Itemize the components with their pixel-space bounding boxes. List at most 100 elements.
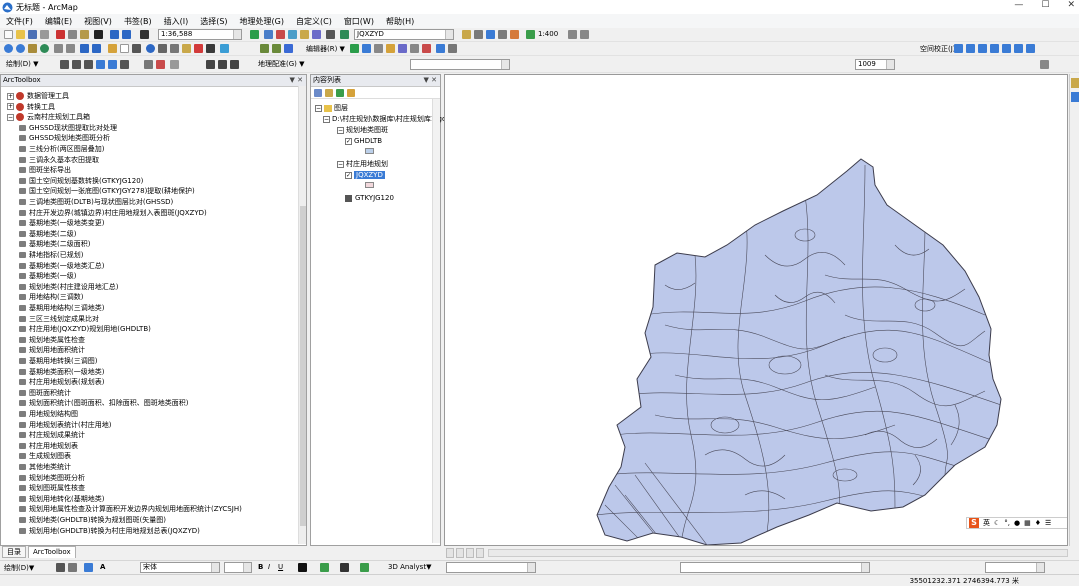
tool-item[interactable]: 村庄用地规划表(规划表) bbox=[19, 377, 104, 387]
split-icon[interactable] bbox=[410, 44, 419, 53]
new-icon[interactable] bbox=[4, 30, 13, 39]
toc-window-icon[interactable] bbox=[264, 30, 273, 39]
zoom-in-icon[interactable] bbox=[4, 44, 13, 53]
italic-button[interactable]: I bbox=[268, 563, 270, 571]
layout-tool-icon[interactable] bbox=[260, 44, 269, 53]
text-tool-icon[interactable]: A bbox=[100, 563, 105, 571]
redo-icon[interactable] bbox=[122, 30, 131, 39]
draw-menu[interactable]: 绘制(D) ▼ bbox=[6, 59, 38, 69]
fixed-zoom-out-icon[interactable] bbox=[66, 44, 75, 53]
trace-icon[interactable] bbox=[374, 44, 383, 53]
expand-toggle-icon[interactable]: − bbox=[7, 113, 14, 121]
select-element-icon[interactable] bbox=[56, 563, 65, 572]
adjust-7-icon[interactable] bbox=[1026, 44, 1035, 53]
group-icon[interactable] bbox=[206, 60, 215, 69]
tool-item[interactable]: 规划地类(GHDLTB)转换为规划图斑(矢量图) bbox=[19, 515, 166, 525]
straight-segment-icon[interactable] bbox=[362, 44, 371, 53]
reshape-icon[interactable] bbox=[486, 30, 495, 39]
full-extent-icon[interactable] bbox=[40, 44, 49, 53]
paste-icon[interactable] bbox=[80, 30, 89, 39]
tool-item[interactable]: 规划用地属性检查及计算面积开发边界内规划用地面积统计(ZYCSJH) bbox=[19, 504, 242, 514]
adjust-5-icon[interactable] bbox=[1002, 44, 1011, 53]
undo-icon[interactable] bbox=[110, 30, 119, 39]
toc-layer-jqxzyd[interactable]: ✓ JQXZYD bbox=[345, 170, 385, 180]
catalog-icon[interactable] bbox=[300, 30, 309, 39]
scale-combo[interactable]: 1:36,588 bbox=[158, 29, 242, 40]
3d-layer-combo[interactable] bbox=[446, 562, 536, 573]
tool-item[interactable]: 三调永久基本农田提取 bbox=[19, 155, 99, 165]
toc-pin-icon[interactable]: ▼ ✕ bbox=[424, 75, 437, 86]
add-data-icon[interactable] bbox=[140, 30, 149, 39]
toc-layer-ghdltb[interactable]: ✓ GHDLTB bbox=[345, 136, 382, 146]
time-slider-icon[interactable] bbox=[206, 44, 215, 53]
close-button[interactable]: ✕ bbox=[1067, 0, 1075, 10]
tool-item[interactable]: 规划地类图斑分析 bbox=[19, 473, 85, 483]
forward-extent-icon[interactable] bbox=[92, 44, 101, 53]
tool-item[interactable]: 基期地类(一级) bbox=[19, 271, 76, 281]
back-extent-icon[interactable] bbox=[80, 44, 89, 53]
fixed-zoom-in-icon[interactable] bbox=[54, 44, 63, 53]
create-viewer-icon[interactable] bbox=[220, 44, 229, 53]
draw-text-icon[interactable] bbox=[108, 60, 117, 69]
tool-item[interactable]: 用地结构(三调数) bbox=[19, 292, 83, 302]
sketch-tool-icon[interactable] bbox=[448, 44, 457, 53]
editor-toolbar-icon[interactable] bbox=[250, 30, 259, 39]
measure-tool-icon[interactable] bbox=[170, 44, 179, 53]
tool-combo[interactable]: 1009 bbox=[855, 59, 895, 70]
tool-item[interactable]: 村庄开发边界(城镇边界)村庄用地规划入表图斑(JQXZYD) bbox=[19, 208, 207, 218]
tool-item[interactable]: 基期地类(二级) bbox=[19, 229, 76, 239]
draw-shadow-icon[interactable] bbox=[170, 60, 179, 69]
copy-icon[interactable] bbox=[68, 30, 77, 39]
python-icon[interactable] bbox=[288, 30, 297, 39]
tool-item[interactable]: 图斑坐标导出 bbox=[19, 165, 71, 175]
marker-color-icon[interactable] bbox=[360, 563, 369, 572]
tool-item[interactable]: GHSSD现状图提取比对处理 bbox=[19, 123, 117, 133]
measure-icon[interactable] bbox=[580, 30, 589, 39]
tool-item[interactable]: 生成规划图表 bbox=[19, 451, 71, 461]
toc-layer-gtkyjg[interactable]: GTKYJG120 bbox=[345, 193, 394, 203]
list-by-visibility-icon[interactable] bbox=[336, 89, 344, 97]
font-color-icon[interactable] bbox=[298, 563, 307, 572]
target-layer-combo[interactable]: JQXZYD bbox=[354, 29, 454, 40]
expand-toggle-icon[interactable]: + bbox=[7, 92, 14, 100]
zoom-out-icon[interactable] bbox=[16, 44, 25, 53]
draw-select-icon[interactable] bbox=[60, 60, 69, 69]
delete-icon[interactable] bbox=[94, 30, 103, 39]
rotate-icon[interactable] bbox=[568, 30, 577, 39]
sketch-icon[interactable] bbox=[474, 30, 483, 39]
identify-icon[interactable] bbox=[146, 44, 155, 53]
tab-arctoolbox[interactable]: ArcToolbox bbox=[28, 546, 76, 558]
menu-geoprocessing[interactable]: 地理处理(G) bbox=[234, 16, 290, 27]
ime-toolbar[interactable]: S 英 ☾ °, ● ▦ ♦ ☰ bbox=[966, 517, 1067, 529]
edit-tool-icon[interactable] bbox=[462, 30, 471, 39]
layer-combo-bottom[interactable] bbox=[680, 562, 870, 573]
layout-tool-3-icon[interactable] bbox=[284, 44, 293, 53]
draw-rotate-icon[interactable] bbox=[72, 60, 81, 69]
tool-item[interactable]: 用地规划结构图 bbox=[19, 409, 78, 419]
list-by-source-icon[interactable] bbox=[325, 89, 333, 97]
menu-selection[interactable]: 选择(S) bbox=[194, 16, 233, 27]
ime-keyboard-icon[interactable]: ▦ bbox=[1024, 519, 1031, 527]
sketch-props-icon[interactable] bbox=[526, 30, 535, 39]
fill-color-icon[interactable] bbox=[320, 563, 329, 572]
adjust-6-icon[interactable] bbox=[1014, 44, 1023, 53]
layout-tool-2-icon[interactable] bbox=[272, 44, 281, 53]
toc-group-ghdltb[interactable]: − 规划地类图斑 bbox=[337, 125, 388, 135]
toolbox-node[interactable]: + 转换工具 bbox=[7, 102, 55, 112]
table-icon[interactable] bbox=[436, 44, 445, 53]
adjust-2-icon[interactable] bbox=[966, 44, 975, 53]
find-icon[interactable] bbox=[158, 44, 167, 53]
save-icon[interactable] bbox=[28, 30, 37, 39]
toolbox-window-icon[interactable] bbox=[276, 30, 285, 39]
pause-draw-button[interactable] bbox=[476, 548, 484, 558]
tab-catalog[interactable]: 目录 bbox=[2, 546, 26, 558]
county-boundary[interactable] bbox=[596, 158, 1002, 545]
catalog-dock-icon[interactable] bbox=[1071, 78, 1079, 88]
layout-view-button[interactable] bbox=[446, 548, 454, 558]
tool-item[interactable]: 三区三线划定成果比对 bbox=[19, 314, 99, 324]
bold-button[interactable]: B bbox=[258, 563, 263, 571]
tool-item[interactable]: 基期地类(二级面积) bbox=[19, 239, 90, 249]
clear-selection-icon[interactable] bbox=[120, 44, 129, 53]
menu-view[interactable]: 视图(V) bbox=[78, 16, 118, 27]
adjust-3-icon[interactable] bbox=[978, 44, 987, 53]
